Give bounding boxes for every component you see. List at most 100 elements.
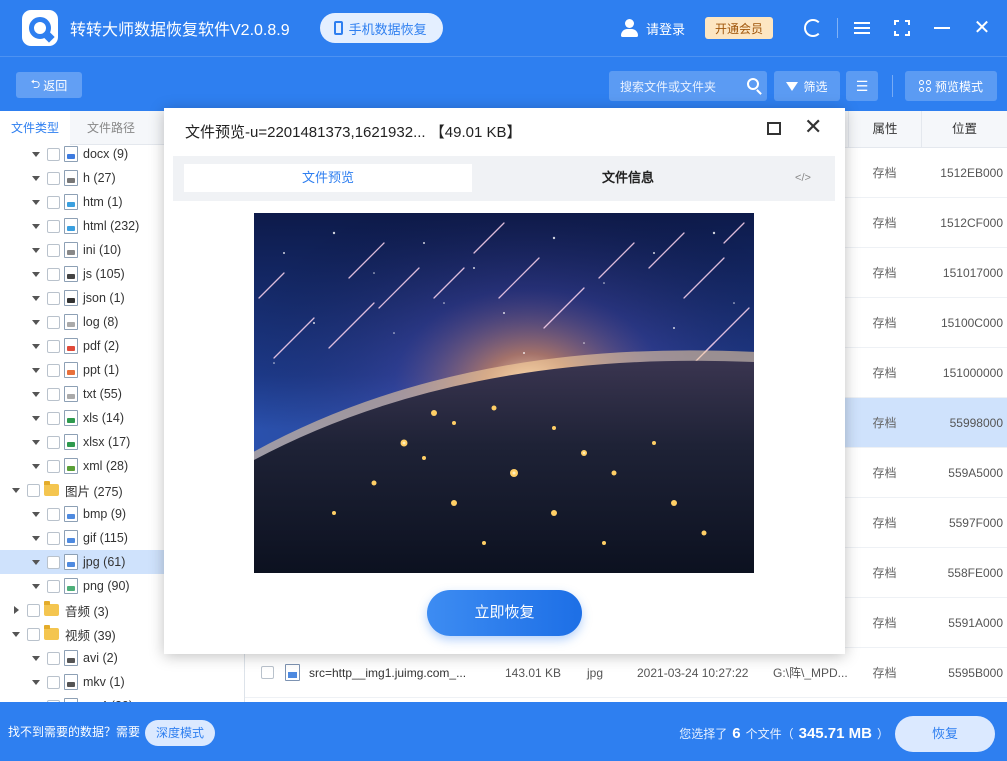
tab-source-code[interactable]: </> <box>788 164 818 192</box>
checkbox[interactable] <box>47 195 60 209</box>
checkbox[interactable] <box>47 243 60 257</box>
back-button[interactable]: ⮌ 返回 <box>16 72 82 98</box>
file-type: jpg <box>587 666 604 680</box>
chevron-down-icon[interactable] <box>32 174 40 182</box>
tab-file-info[interactable]: 文件信息 <box>483 164 773 192</box>
close-icon[interactable]: ✕ <box>804 116 822 138</box>
checkbox[interactable] <box>47 267 60 281</box>
tree-item-label: 音频 (3) <box>65 604 109 619</box>
chevron-down-icon[interactable] <box>32 198 40 206</box>
user-icon[interactable] <box>620 18 640 38</box>
checkbox[interactable] <box>47 459 60 473</box>
video-file-icon <box>64 674 78 690</box>
chevron-right-icon[interactable] <box>12 606 20 614</box>
minimize-icon[interactable] <box>931 17 953 39</box>
funnel-icon <box>786 81 799 91</box>
checkbox[interactable] <box>47 315 60 329</box>
checkbox[interactable] <box>27 483 40 497</box>
tree-item-label: bmp (9) <box>83 507 127 521</box>
fullscreen-icon[interactable] <box>891 17 913 39</box>
tree-item-label: html (232) <box>83 219 140 233</box>
search-input[interactable]: 搜索文件或文件夹 <box>609 71 767 101</box>
chevron-down-icon[interactable] <box>32 558 40 566</box>
maximize-icon[interactable] <box>767 122 781 135</box>
file-position: 1512CF000 <box>940 216 1003 230</box>
checkbox[interactable] <box>47 387 60 401</box>
file-position: 559A5000 <box>948 466 1003 480</box>
chevron-down-icon[interactable] <box>32 342 40 350</box>
text-file-icon <box>64 386 78 402</box>
chevron-down-icon[interactable] <box>12 486 20 494</box>
list-search-button[interactable]: ☰ <box>846 71 878 101</box>
checkbox[interactable] <box>47 579 60 593</box>
checkbox[interactable] <box>47 339 60 353</box>
menu-icon[interactable] <box>851 17 873 39</box>
chevron-down-icon[interactable] <box>32 246 40 254</box>
filter-button[interactable]: 筛选 <box>774 71 840 101</box>
chevron-down-icon[interactable] <box>32 414 40 422</box>
checkbox[interactable] <box>47 291 60 305</box>
chevron-down-icon[interactable] <box>32 318 40 326</box>
checkbox[interactable] <box>47 651 60 665</box>
chevron-down-icon[interactable] <box>32 534 40 542</box>
chevron-down-icon[interactable] <box>32 510 40 518</box>
chevron-down-icon[interactable] <box>32 390 40 398</box>
chevron-down-icon[interactable] <box>32 462 40 470</box>
mobile-recovery-button[interactable]: 手机数据恢复 <box>319 13 443 43</box>
chevron-down-icon[interactable] <box>32 582 40 590</box>
checkbox[interactable] <box>47 675 60 689</box>
checkbox[interactable] <box>27 627 40 641</box>
recover-now-button[interactable]: 立即恢复 <box>427 590 582 636</box>
chevron-down-icon[interactable] <box>32 678 40 686</box>
checkbox[interactable] <box>47 363 60 377</box>
tab-file-path[interactable]: 文件路径 <box>76 111 146 145</box>
checkbox[interactable] <box>27 603 40 617</box>
preview-mode-button[interactable]: 预览模式 <box>905 71 997 101</box>
file-position: 1512EB000 <box>940 166 1003 180</box>
file-preview-dialog: 文件预览-u=2201481373,1621932... 【49.01 KB】 … <box>164 108 845 654</box>
tab-file-preview[interactable]: 文件预览 <box>184 164 472 192</box>
row-checkbox[interactable] <box>261 666 274 679</box>
customer-service-icon[interactable] <box>802 17 824 39</box>
code-file-icon <box>64 170 78 186</box>
chevron-down-icon[interactable] <box>12 630 20 638</box>
recover-button[interactable]: 恢复 <box>895 716 995 752</box>
xml-file-icon <box>64 458 78 474</box>
vip-button[interactable]: 开通会员 <box>704 17 773 39</box>
chevron-down-icon[interactable] <box>32 150 40 158</box>
chevron-down-icon[interactable] <box>32 270 40 278</box>
checkbox[interactable] <box>47 411 60 425</box>
deep-mode-button[interactable]: 深度模式 <box>145 720 215 746</box>
chevron-down-icon[interactable] <box>32 222 40 230</box>
search-icon[interactable] <box>747 78 759 90</box>
table-row[interactable]: src=http__img1.juimg.com_... 143.01 KB jpg… <box>245 648 1007 698</box>
checkbox[interactable] <box>47 435 60 449</box>
checkbox[interactable] <box>47 531 60 545</box>
image-file-icon <box>64 506 78 522</box>
tree-item[interactable]: mp4 (30) <box>0 694 244 702</box>
close-window-icon[interactable]: ✕ <box>971 17 993 39</box>
checkbox[interactable] <box>47 171 60 185</box>
ppt-icon <box>64 362 78 378</box>
checkbox[interactable] <box>47 555 60 569</box>
chevron-down-icon[interactable] <box>32 294 40 302</box>
tab-file-type[interactable]: 文件类型 <box>0 111 71 145</box>
grid-icon <box>918 80 931 92</box>
checkbox[interactable] <box>47 507 60 521</box>
chevron-down-icon[interactable] <box>32 438 40 446</box>
column-header-attr[interactable]: 属性 <box>848 111 921 148</box>
tree-item[interactable]: mkv (1) <box>0 670 244 694</box>
chevron-down-icon[interactable] <box>32 654 40 662</box>
image-file-icon <box>64 578 78 594</box>
chevron-down-icon[interactable] <box>32 366 40 374</box>
tree-item-label: mkv (1) <box>83 675 125 689</box>
column-header-position[interactable]: 位置 <box>921 111 1007 148</box>
login-link[interactable]: 请登录 <box>646 19 685 38</box>
file-size: 143.01 KB <box>505 666 562 680</box>
file-position: 151000000 <box>942 366 1003 380</box>
file-attr: 存档 <box>872 366 897 380</box>
checkbox[interactable] <box>47 147 60 161</box>
file-position: 151017000 <box>942 266 1003 280</box>
checkbox[interactable] <box>47 219 60 233</box>
image-file-icon <box>64 554 78 570</box>
